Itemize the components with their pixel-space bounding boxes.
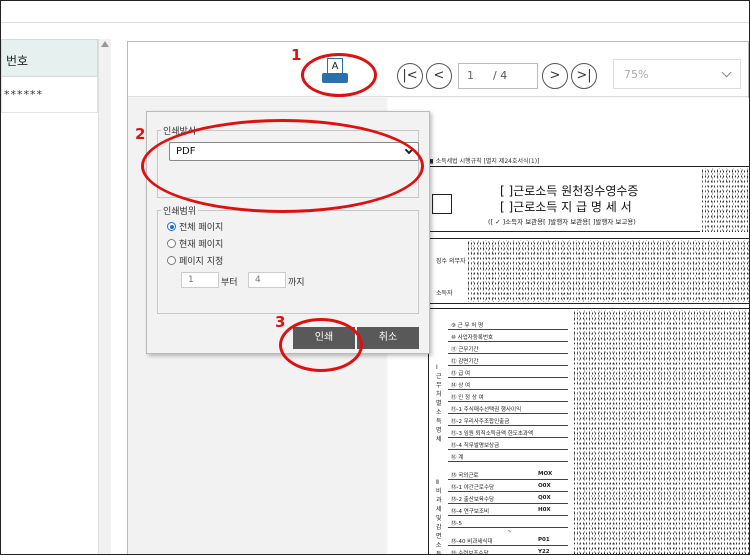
list-panel: 번호 ****** [1,39,111,554]
table-row: ⑮-2 우리사주조합인출금 [448,414,568,426]
form-caption: ■ 소득세법 시행규칙 [별지 제24호서식(1)] [428,158,540,165]
zoom-select[interactable]: 75% [613,59,741,89]
section2-label: Ⅱ 비과세 및 감면 소득 명세 [436,479,442,555]
range-legend: 인쇄범위 [161,204,199,217]
income-values-redacted [572,310,749,554]
radio-current-page[interactable]: 현재 페이지 [167,237,223,250]
table-row: ⑮-1 주식매수선택권 행사이익 [448,402,568,414]
next-page-button[interactable]: > [542,63,568,89]
radio-label: 전체 페이지 [179,223,224,233]
prev-page-button[interactable]: < [426,63,452,89]
range-from-label: 부터 [221,278,238,288]
table-row: ⑲ 수련보조수당 [448,546,568,554]
table-row: ⑱-40 비과세식대 [448,534,568,546]
form-title-line1: [ ]근로소득 원천징수영수증 [500,184,639,198]
first-page-button[interactable]: |< [397,63,423,89]
table-row: ⑭ 상 여 [448,378,568,390]
table-row: ⑬ 급 여 [448,366,568,378]
radio-label: 페이지 지정 [179,257,224,267]
income-code: MOX [538,471,553,477]
annotation-step-2: 2 [135,125,146,143]
form-title-line2: [ ]근로소득 지 급 명 세 서 [500,200,632,214]
table-row: ⑪ 근무기간 [448,342,568,354]
last-page-button[interactable]: >| [571,63,597,89]
list-header-number[interactable]: 번호 [1,39,98,77]
income-code: Y22 [538,549,550,555]
control-number-box [432,194,452,214]
table-row: ⑮-4 직무발명보상금 [448,438,568,450]
list-scrollbar[interactable] [98,39,111,554]
form-subtitle: ([ ✓ ]소득자 보관용[ ]발행자 보관용[ ]발행자 보고용) [488,218,636,226]
payer-label: 징수 의무자 [436,258,466,265]
table-row: ⑯ 계 [448,450,568,462]
radio-icon[interactable] [167,239,176,248]
scroll-up-icon[interactable] [101,41,109,47]
annotation-oval-confirm [279,318,363,372]
table-row: ⑩ 사업자등록번호 [448,330,568,342]
range-to-input[interactable]: 4 [248,272,286,288]
annotation-oval-print [301,53,377,97]
income-code: Q0X [538,495,551,501]
screenshot-frame: 번호 ****** A |< < 1 / 4 > >| 75% ■ 소득세법 시… [0,0,750,555]
viewer-toolbar: A |< < 1 / 4 > >| 75% [128,42,748,97]
income-code: P01 [538,537,550,543]
radio-checked-icon[interactable] [167,222,176,231]
section1-label: Ⅰ 근무처별 소득 명세 [436,364,442,443]
annotation-step-1: 1 [291,46,302,64]
income-code: O0X [538,483,551,489]
list-item[interactable]: ****** [1,77,98,113]
radio-label: 현재 페이지 [179,240,224,250]
document-page: ■ 소득세법 시행규칙 [별지 제24호서식(1)] [ ]근로소득 원천징수영… [388,98,749,555]
cancel-button[interactable]: 취소 [357,327,419,349]
page-total-label: / 4 [493,69,508,82]
table-row: ⑫ 감면기간 [448,354,568,366]
zoom-value: 75% [624,68,649,81]
payer-info-redacted [466,240,749,302]
radio-icon[interactable] [167,256,176,265]
table-row: ⑨ 근 무 처 명 [448,318,568,330]
income-code: H0X [538,507,551,513]
annotation-step-3: 3 [275,313,286,331]
chevron-down-icon [721,67,732,78]
form-side-grid [700,168,749,232]
radio-page-range[interactable]: 페이지 지정 [167,254,223,267]
radio-all-pages[interactable]: 전체 페이지 [167,220,223,233]
earner-label: 소득자 [436,290,453,297]
range-from-input[interactable]: 1 [181,272,219,288]
annotation-oval-format [141,119,424,213]
table-row: ⑮ 인 정 상 여 [448,390,568,402]
range-to-label: 까지 [288,278,305,288]
table-row: ⑮-3 임원 퇴직소득금액 한도초과액 [448,426,568,438]
top-strip [1,1,749,23]
